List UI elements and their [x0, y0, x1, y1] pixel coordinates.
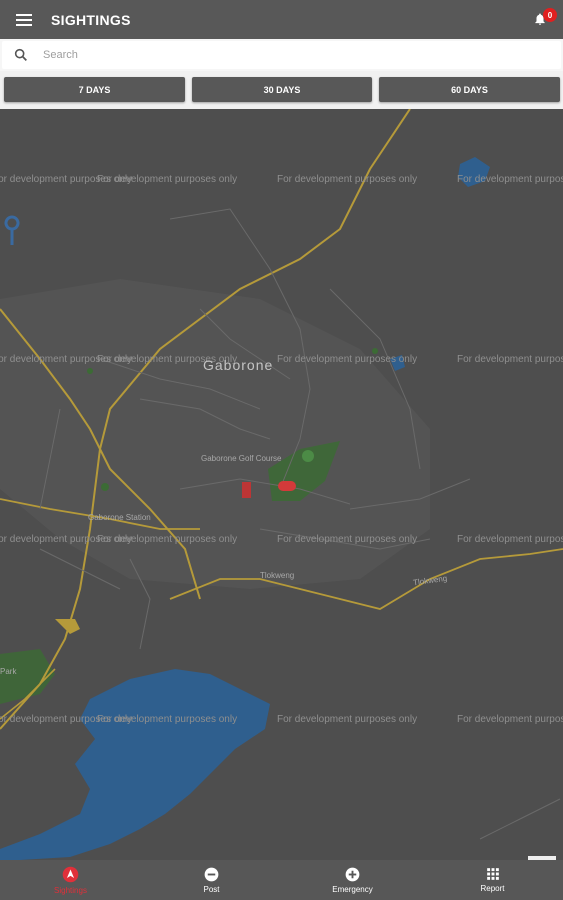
map-golf-course-label: Gaborone Golf Course: [201, 454, 282, 463]
nav-emergency[interactable]: Emergency: [282, 860, 423, 900]
map-watermark: For development purposes only: [457, 354, 563, 365]
nav-report-label: Report: [480, 884, 505, 893]
nav-sightings-label: Sightings: [54, 885, 87, 895]
map-watermark: For development purposes only: [457, 534, 563, 545]
nav-report[interactable]: Report: [422, 860, 563, 900]
nav-post-label: Post: [203, 884, 220, 894]
map-watermark: For development purposes only: [457, 174, 563, 185]
app-bar: SIGHTINGS 0: [0, 0, 563, 39]
nav-post[interactable]: Post: [141, 860, 282, 900]
map-watermark: For development purposes only: [97, 534, 238, 545]
map-view[interactable]: For development purposes only For develo…: [0, 109, 563, 860]
hamburger-menu-icon[interactable]: [16, 13, 32, 26]
navigation-arrow-icon: [62, 866, 79, 882]
search-input[interactable]: [41, 48, 525, 62]
map-park-label: Park: [0, 667, 17, 676]
minus-circle-icon: [204, 867, 219, 881]
map-watermark: For development purposes only: [277, 534, 418, 545]
bottom-navigation: Sightings Post Emergency Report: [0, 860, 563, 900]
map-city-label: Gaborone: [203, 357, 274, 373]
map-watermark: For development purposes only: [457, 714, 563, 725]
map-canvas: [0, 109, 563, 860]
time-filter-bar: 7 DAYS 30 DAYS 60 DAYS: [0, 71, 563, 109]
map-station-label: Gaborone Station: [88, 513, 151, 522]
filter-30-days-button[interactable]: 30 DAYS: [192, 77, 372, 102]
map-watermark: For development purposes only: [277, 174, 418, 185]
search-icon: [14, 48, 27, 61]
page-title: SIGHTINGS: [51, 11, 131, 28]
nav-sightings[interactable]: Sightings: [0, 860, 141, 900]
map-watermark: For development purposes only: [277, 714, 418, 725]
plus-circle-icon: [345, 867, 360, 881]
map-watermark: For development purposes only: [97, 174, 238, 185]
filter-60-days-button[interactable]: 60 DAYS: [379, 77, 560, 102]
map-watermark: For development purposes only: [277, 354, 418, 365]
search-bar[interactable]: [2, 41, 561, 69]
filter-7-days-button[interactable]: 7 DAYS: [4, 77, 185, 102]
grid-icon: [486, 868, 499, 880]
search-bar-container: [0, 39, 563, 71]
map-watermark: For development purposes only: [97, 714, 238, 725]
map-road-label: Tlokweng: [260, 571, 295, 580]
notification-badge: 0: [543, 8, 557, 22]
nav-emergency-label: Emergency: [332, 884, 373, 894]
